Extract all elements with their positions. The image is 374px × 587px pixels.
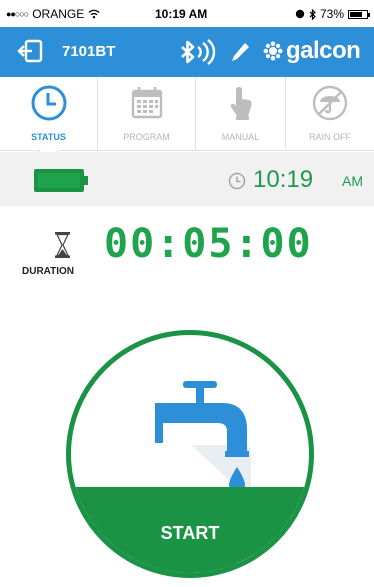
- battery-icon: [34, 169, 88, 192]
- lock-rotation-icon: [295, 9, 305, 19]
- battery-percent: 73%: [319, 7, 344, 21]
- wifi-icon: [88, 9, 100, 19]
- tab-manual-label: MANUAL: [221, 132, 260, 142]
- duration-value[interactable]: 00:05:00: [104, 221, 313, 267]
- app-screen: ●●○○○ ORANGE 10:19 AM 73% 7101BT galcon …: [0, 0, 374, 587]
- galcon-mark-icon: [263, 41, 283, 61]
- battery-status-icon: [348, 9, 370, 19]
- tab-manual[interactable]: MANUAL: [196, 77, 286, 150]
- brand-name: galcon: [286, 37, 361, 64]
- tab-rain-off[interactable]: RAIN OFF: [286, 77, 374, 150]
- bluetooth-icon[interactable]: [178, 38, 216, 66]
- brand-logo: galcon: [263, 37, 361, 65]
- tab-program[interactable]: PROGRAM: [98, 77, 196, 150]
- pencil-icon[interactable]: [230, 41, 250, 63]
- start-label[interactable]: START: [71, 523, 309, 544]
- rain-off-icon: [312, 85, 348, 121]
- calendar-icon: [131, 87, 162, 119]
- clock-icon: [31, 85, 66, 121]
- tab-bar: STATUS PROGRAM MANUAL RAIN OFF: [0, 77, 374, 151]
- device-time-ampm: AM: [342, 173, 363, 189]
- hourglass-icon: [55, 232, 70, 258]
- start-button[interactable]: START: [66, 330, 314, 578]
- tab-rain-off-label: RAIN OFF: [309, 132, 351, 142]
- tab-status[interactable]: STATUS: [0, 77, 98, 150]
- status-right: 73%: [295, 7, 370, 21]
- signal-icon: ●●○○○: [6, 9, 29, 19]
- carrier-area: ●●○○○ ORANGE: [6, 7, 100, 21]
- status-bar: ●●○○○ ORANGE 10:19 AM 73%: [0, 0, 374, 27]
- duration-label: DURATION: [22, 266, 75, 277]
- tab-status-label: STATUS: [31, 132, 66, 142]
- hand-icon: [230, 87, 252, 120]
- status-strip: 10:19 AM: [0, 152, 374, 206]
- app-header: 7101BT galcon: [0, 27, 374, 77]
- bluetooth-mini-icon: [309, 8, 316, 20]
- carrier-name: ORANGE: [32, 7, 85, 21]
- exit-icon[interactable]: [17, 39, 43, 63]
- clock-small-icon: [228, 172, 246, 190]
- device-id[interactable]: 7101BT: [62, 43, 115, 60]
- water-tap-icon: [155, 381, 251, 495]
- tab-program-label: PROGRAM: [123, 132, 170, 142]
- device-time: 10:19: [253, 166, 314, 193]
- status-time: 10:19 AM: [155, 7, 208, 21]
